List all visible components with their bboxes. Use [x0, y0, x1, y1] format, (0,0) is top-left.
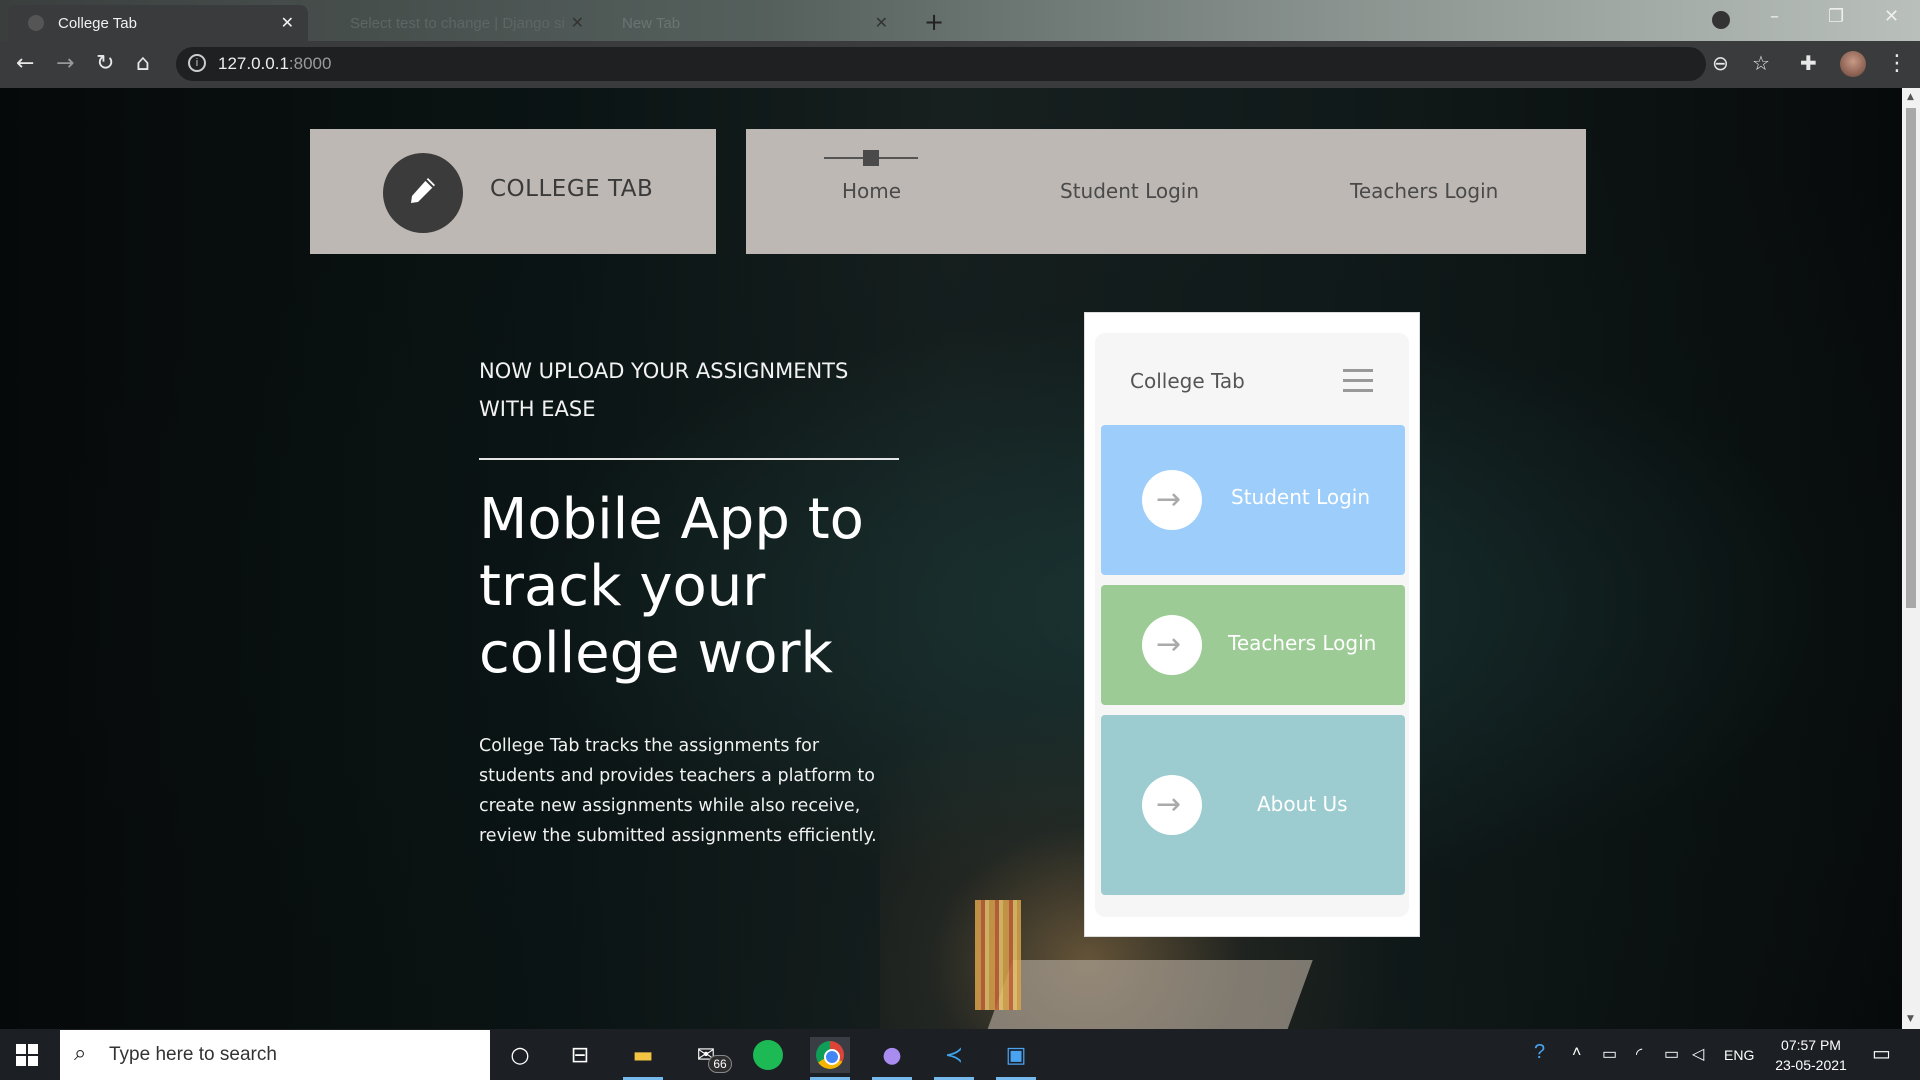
pencil-icon [411, 178, 435, 203]
search-icon: ⌕ [74, 1041, 87, 1066]
hamburger-icon[interactable] [1343, 369, 1373, 392]
url-port: :8000 [288, 54, 332, 73]
restore-icon[interactable]: ❐ [1828, 6, 1844, 27]
battery-icon[interactable]: ▭ [1664, 1044, 1679, 1064]
notifications-icon[interactable]: ▭ [1872, 1041, 1891, 1066]
card-about-us[interactable]: → About Us [1101, 715, 1405, 895]
meet-now-icon[interactable]: ▭ [1602, 1044, 1617, 1064]
hero-title: Mobile App to track your college work [479, 487, 864, 686]
nav-teachers-login[interactable]: Teachers Login [1350, 179, 1498, 203]
network-icon[interactable]: ◜ [1636, 1044, 1642, 1064]
volume-icon[interactable]: ◁ [1692, 1044, 1704, 1064]
back-icon[interactable]: ← [16, 51, 34, 76]
card-teachers-login[interactable]: → Teachers Login [1101, 585, 1405, 705]
tab-favicon [28, 15, 44, 31]
phone-mockup: College Tab → Student Login → Teachers L… [1084, 312, 1420, 937]
clock-time: 07:57 PM [1781, 1037, 1841, 1053]
window-close-icon[interactable]: ✕ [1884, 6, 1899, 27]
scroll-up-icon[interactable]: ▲ [1907, 92, 1914, 102]
nav-home[interactable]: Home [842, 179, 901, 203]
brand-header: COLLEGE TAB [310, 129, 716, 254]
clock-date: 23-05-2021 [1775, 1057, 1847, 1073]
clock[interactable]: 07:57 PM 23-05-2021 [1766, 1035, 1856, 1075]
background-book [987, 960, 1313, 1030]
nav-student-login[interactable]: Student Login [1060, 179, 1199, 203]
mail-icon[interactable]: ✉ 66 [686, 1037, 732, 1073]
extensions-icon[interactable]: ✚ [1800, 51, 1817, 75]
nav-active-indicator [863, 150, 879, 166]
star-icon[interactable]: ☆ [1752, 51, 1770, 75]
tab-title: College Tab [58, 14, 137, 32]
plus-icon[interactable]: + [924, 8, 944, 36]
tab-search-icon[interactable] [1712, 11, 1730, 29]
reload-icon[interactable]: ↻ [96, 51, 114, 76]
help-icon[interactable]: ? [1534, 1041, 1545, 1064]
card-label: Student Login [1231, 485, 1371, 509]
file-explorer-icon[interactable]: ▬ [623, 1037, 663, 1080]
search-placeholder: Type here to search [109, 1044, 277, 1065]
home-icon[interactable]: ⌂ [136, 51, 150, 76]
github-icon[interactable]: ● [872, 1037, 912, 1080]
info-icon[interactable]: i [188, 54, 206, 72]
card-label: About Us [1257, 792, 1348, 816]
arrow-right-icon: → [1142, 470, 1202, 530]
scroll-down-icon[interactable]: ▼ [1907, 1014, 1914, 1024]
tab-college-tab[interactable]: College Tab ✕ [8, 5, 308, 41]
windows-start-icon[interactable] [16, 1044, 38, 1066]
close-tab-icon[interactable]: ✕ [281, 13, 294, 33]
arrow-right-icon: → [1142, 775, 1202, 835]
photos-icon[interactable]: ▣ [996, 1037, 1036, 1080]
tab-django-admin[interactable]: Select test to change | Django si ✕ [330, 5, 598, 41]
vscode-icon[interactable]: ≺ [934, 1037, 974, 1080]
arrow-right-icon: → [1142, 615, 1202, 675]
chrome-icon[interactable] [810, 1037, 850, 1080]
brand-title: COLLEGE TAB [490, 176, 654, 202]
tab-title: Select test to change | Django si [350, 14, 565, 32]
tab-new-tab[interactable]: New Tab ✕ [602, 5, 902, 41]
zoom-icon[interactable]: ⊖ [1712, 51, 1729, 75]
main-nav: Home Student Login Teachers Login [746, 129, 1586, 254]
forward-icon[interactable]: → [56, 51, 74, 76]
close-tab-icon[interactable]: ✕ [875, 13, 888, 33]
card-label: Teachers Login [1228, 631, 1377, 655]
browser-tabstrip: College Tab ✕ Select test to change | Dj… [0, 0, 1920, 41]
url-host: 127.0.0.1 [218, 54, 289, 73]
page-scrollbar[interactable]: ▲ ▼ [1902, 88, 1920, 1029]
windows-taskbar: ⌕ Type here to search ○ ⊟ ▬ ✉ 66 ● ≺ ▣ ? … [0, 1029, 1920, 1080]
minimize-icon[interactable]: – [1770, 6, 1779, 27]
mail-badge: 66 [708, 1055, 732, 1073]
close-tab-icon[interactable]: ✕ [571, 13, 584, 33]
brand-logo [383, 153, 463, 233]
hero-kicker: NOW UPLOAD YOUR ASSIGNMENTS WITH EASE [479, 359, 849, 421]
background-pencil-cup [975, 900, 1021, 1010]
address-bar[interactable]: i 127.0.0.1:8000 [176, 47, 1706, 81]
menu-icon[interactable]: ⋮ [1886, 51, 1908, 76]
phone-app-title: College Tab [1130, 369, 1245, 393]
spotify-icon[interactable] [748, 1037, 788, 1073]
url-text[interactable]: 127.0.0.1:8000 [218, 54, 331, 74]
hero-description: College Tab tracks the assignments for s… [479, 736, 877, 846]
card-student-login[interactable]: → Student Login [1101, 425, 1405, 575]
profile-avatar[interactable] [1840, 51, 1866, 77]
cortana-icon[interactable]: ○ [500, 1037, 540, 1073]
chevron-up-icon[interactable]: ˄ [1572, 1044, 1581, 1062]
scroll-thumb[interactable] [1906, 108, 1916, 608]
browser-toolbar: ← → ↻ ⌂ i 127.0.0.1:8000 ⊖ ☆ ✚ ⋮ [0, 41, 1920, 88]
hero-divider [479, 458, 899, 460]
taskbar-search-input[interactable]: ⌕ Type here to search [60, 1030, 490, 1080]
tab-title: New Tab [622, 14, 681, 32]
task-view-icon[interactable]: ⊟ [560, 1037, 600, 1073]
language-indicator[interactable]: ENG [1724, 1047, 1754, 1063]
